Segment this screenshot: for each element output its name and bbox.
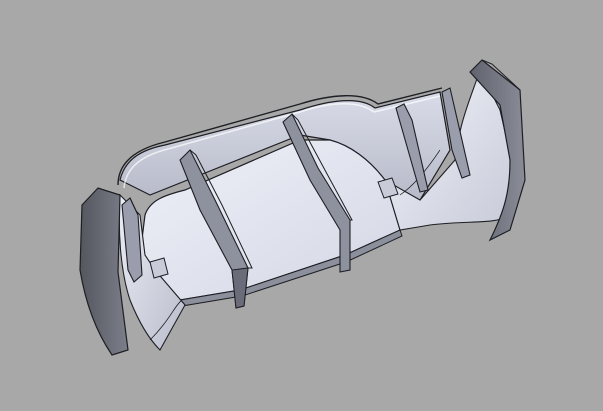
3d-model-render[interactable] [0,0,603,411]
cad-viewport[interactable] [0,0,603,411]
